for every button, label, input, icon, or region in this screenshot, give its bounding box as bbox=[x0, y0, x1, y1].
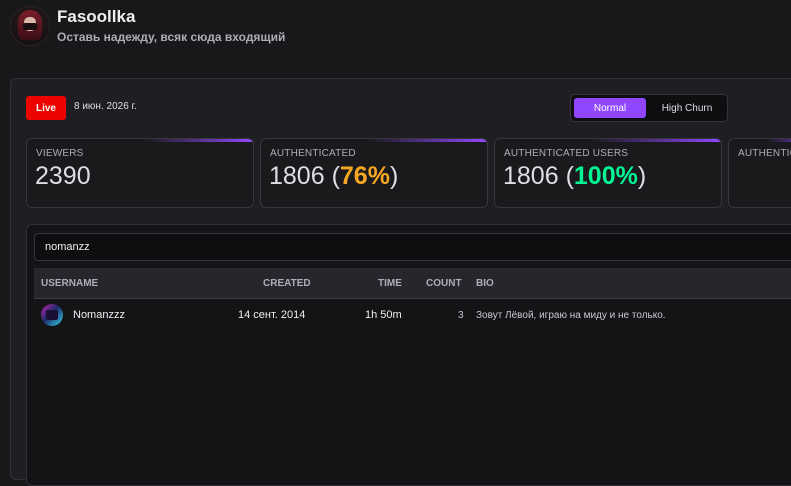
column-created[interactable]: CREATED bbox=[263, 268, 311, 298]
normal-mode-button[interactable]: Normal bbox=[574, 98, 646, 118]
authenticated-users-label: AUTHENTICATED USERS bbox=[504, 148, 629, 159]
authenticated-users-count: 1806 bbox=[503, 162, 559, 190]
authenticated-users-value: 1806 (100%) bbox=[503, 162, 647, 190]
viewers-label: VIEWERS bbox=[36, 148, 84, 159]
viewers-card: VIEWERS 2390 bbox=[26, 138, 254, 208]
authenticated-value: 1806 (76%) bbox=[269, 162, 399, 190]
users-panel bbox=[26, 224, 791, 486]
viewers-count: 2390 bbox=[35, 162, 91, 190]
username-search-input[interactable] bbox=[34, 233, 791, 261]
table-header: USERNAME CREATED TIME COUNT BIO bbox=[34, 268, 791, 299]
authentic-label: AUTHENTIC bbox=[738, 148, 791, 159]
authenticated-percent: 76% bbox=[339, 162, 390, 190]
authenticated-count: 1806 bbox=[269, 162, 325, 190]
authenticated-card: AUTHENTICATED 1806 (76%) bbox=[260, 138, 488, 208]
channel-avatar[interactable] bbox=[10, 6, 50, 46]
user-avatar[interactable] bbox=[41, 304, 63, 326]
row-count: 3 bbox=[458, 309, 464, 321]
authenticated-users-percent: 100% bbox=[573, 162, 638, 190]
stream-date: 8 июн. 2026 г. bbox=[74, 101, 137, 112]
mode-toggle: Normal High Churn bbox=[570, 94, 728, 122]
column-bio[interactable]: BIO bbox=[476, 268, 494, 298]
column-count[interactable]: COUNT bbox=[426, 268, 462, 298]
authentic-card: AUTHENTIC bbox=[728, 138, 791, 208]
column-time[interactable]: TIME bbox=[378, 268, 402, 298]
channel-description: Оставь надежду, всяк сюда входящий bbox=[57, 30, 286, 44]
row-created: 14 сент. 2014 bbox=[238, 309, 306, 321]
table-row[interactable]: Nomanzzz 14 сент. 2014 1h 50m 3 Зовут Лё… bbox=[34, 300, 791, 330]
row-time: 1h 50m bbox=[365, 309, 402, 321]
high-churn-mode-button[interactable]: High Churn bbox=[651, 98, 723, 118]
channel-name: Fasoollka bbox=[57, 7, 136, 26]
column-username[interactable]: USERNAME bbox=[41, 268, 98, 298]
authenticated-users-card: AUTHENTICATED USERS 1806 (100%) bbox=[494, 138, 722, 208]
live-badge: Live bbox=[26, 96, 66, 120]
channel-header: Fasoollka Оставь надежду, всяк сюда вход… bbox=[0, 0, 791, 62]
row-bio: Зовут Лёвой, играю на миду и не только. bbox=[476, 309, 666, 321]
row-username[interactable]: Nomanzzz bbox=[73, 300, 125, 330]
viewers-value: 2390 bbox=[35, 162, 91, 191]
authenticated-label: AUTHENTICATED bbox=[270, 148, 356, 159]
